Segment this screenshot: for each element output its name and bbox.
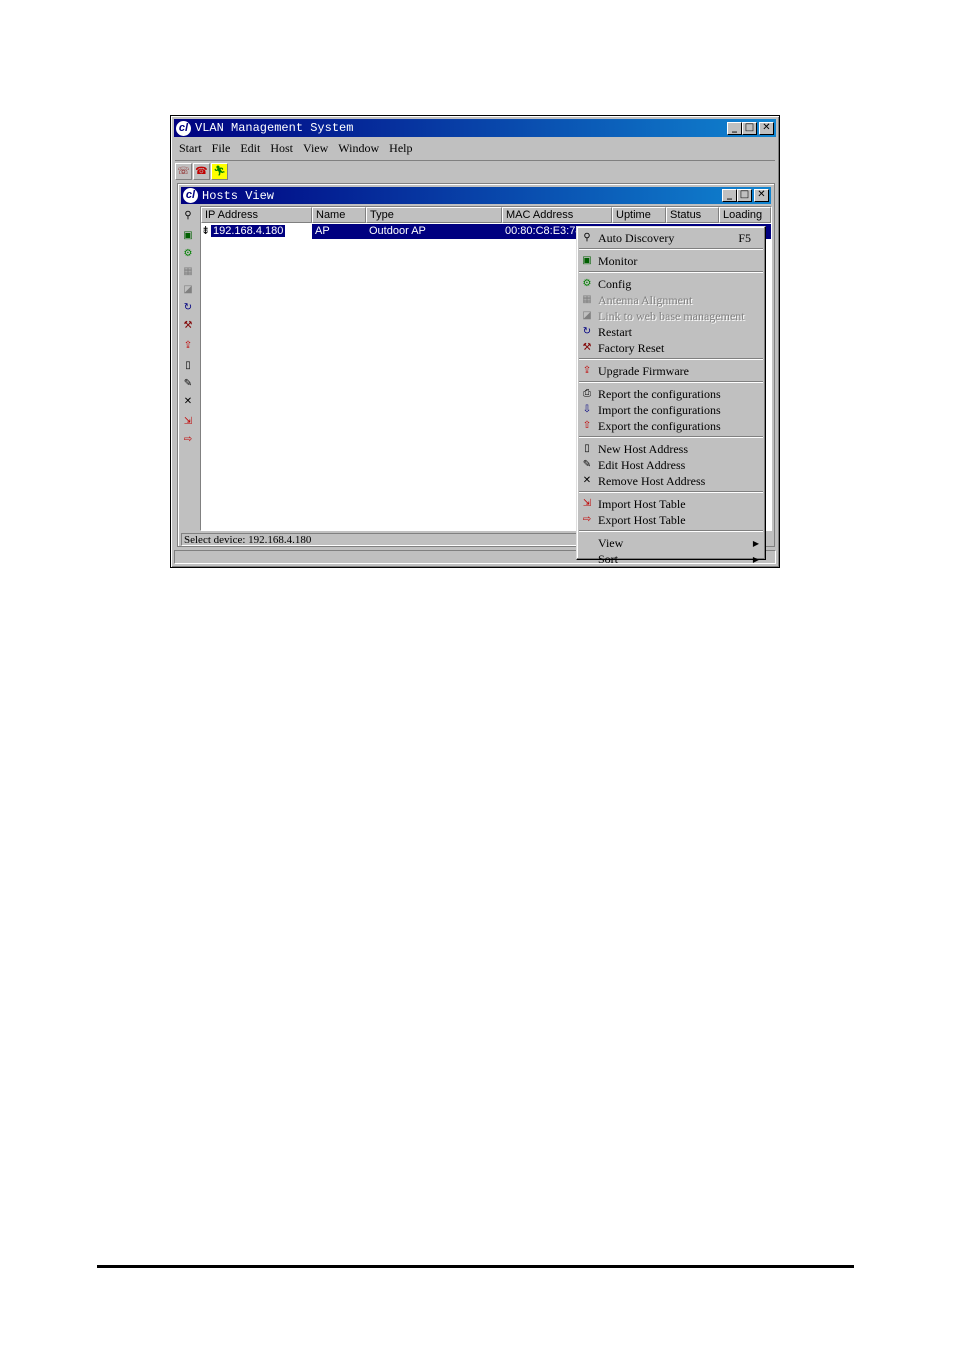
- menu-export-host-table[interactable]: ⇨ Export Host Table: [577, 512, 765, 528]
- hosts-view-title: Hosts View: [202, 188, 275, 203]
- menu-edit[interactable]: Edit: [237, 139, 267, 157]
- hosts-maximize-button[interactable]: □: [737, 189, 752, 202]
- firmware-icon[interactable]: ⇪: [180, 338, 196, 354]
- config-icon[interactable]: ⚙: [180, 246, 196, 262]
- menu-new-host-address[interactable]: ▯ New Host Address: [577, 441, 765, 457]
- menu-edit-host-address[interactable]: ✎ Edit Host Address: [577, 457, 765, 473]
- import-table-icon[interactable]: ⇲: [180, 414, 196, 430]
- menu-separator: [579, 248, 763, 250]
- menu-monitor[interactable]: ▣ Monitor: [577, 253, 765, 269]
- menubar: Start File Edit Host View Window Help: [176, 139, 419, 157]
- menu-window[interactable]: Window: [335, 139, 386, 157]
- menu-separator: [579, 436, 763, 438]
- menu-restart[interactable]: ↻ Restart: [577, 324, 765, 340]
- hosts-status-bar: Select device: 192.168.4.180: [181, 533, 581, 546]
- menu-file[interactable]: File: [209, 139, 238, 157]
- menu-upgrade-firmware[interactable]: ⇪ Upgrade Firmware: [577, 363, 765, 379]
- import-config-icon: ⇩: [582, 404, 592, 415]
- menu-auto-discovery[interactable]: ⚲ Auto Discovery F5: [577, 230, 765, 246]
- minimize-button[interactable]: _: [727, 121, 742, 135]
- remove-host-icon[interactable]: ✕: [180, 394, 196, 410]
- column-uptime[interactable]: Uptime: [612, 207, 666, 223]
- factory-reset-icon: ⚒: [582, 342, 592, 353]
- menu-separator: [579, 271, 763, 273]
- binoculars-icon: ⚲: [583, 232, 591, 243]
- hosts-list-header: IP Address Name Type MAC Address Uptime …: [201, 207, 771, 223]
- remove-host-icon: ✕: [582, 475, 592, 486]
- cell-type: Outdoor AP: [366, 224, 502, 239]
- menu-import-host-table[interactable]: ⇲ Import Host Table: [577, 496, 765, 512]
- run-icon[interactable]: 🏃︎: [211, 163, 228, 180]
- menu-host[interactable]: Host: [267, 139, 300, 157]
- menu-separator: [579, 381, 763, 383]
- report-icon: ⎙: [583, 388, 591, 399]
- monitor-icon: ▣: [582, 255, 592, 266]
- column-type[interactable]: Type: [366, 207, 502, 223]
- submenu-arrow-icon: ▶: [752, 554, 759, 564]
- menu-view-submenu[interactable]: View ▶: [577, 535, 765, 551]
- column-status[interactable]: Status: [666, 207, 719, 223]
- menu-separator: [579, 530, 763, 532]
- maximize-button[interactable]: □: [742, 121, 757, 135]
- menu-report-configurations[interactable]: ⎙ Report the configurations: [577, 386, 765, 402]
- cell-name: AP: [312, 224, 366, 239]
- menu-export-configurations[interactable]: ⇧ Export the configurations: [577, 418, 765, 434]
- hosts-view-titlebar[interactable]: cl Hosts View _ □ ✕: [181, 187, 771, 204]
- menu-factory-reset[interactable]: ⚒ Factory Reset: [577, 340, 765, 356]
- main-window-title: VLAN Management System: [195, 121, 354, 135]
- host-device-icon: ⇟: [201, 225, 211, 237]
- web-icon[interactable]: ◪: [180, 282, 196, 298]
- hosts-close-button[interactable]: ✕: [754, 189, 769, 202]
- column-name[interactable]: Name: [312, 207, 366, 223]
- auto-discovery-shortcut: F5: [738, 230, 751, 245]
- export-config-icon: ⇧: [582, 420, 592, 431]
- hosts-minimize-button[interactable]: _: [722, 189, 737, 202]
- binoculars-icon[interactable]: ⚲: [180, 208, 196, 224]
- antenna-icon[interactable]: ▦: [180, 264, 196, 280]
- cell-ip: 192.168.4.180: [211, 225, 286, 237]
- import-table-icon: ⇲: [582, 498, 592, 509]
- new-host-icon: ▯: [584, 443, 590, 454]
- context-menu: ⚲ Auto Discovery F5 ▣ Monitor ⚙ Config ▦…: [576, 226, 766, 566]
- new-host-icon[interactable]: ▯: [180, 358, 196, 374]
- edit-host-icon[interactable]: ✎: [180, 376, 196, 392]
- column-ip-address[interactable]: IP Address: [201, 207, 312, 223]
- menu-help[interactable]: Help: [386, 139, 419, 157]
- submenu-arrow-icon: ▶: [752, 538, 759, 548]
- restart-icon[interactable]: ↻: [180, 300, 196, 316]
- menu-sort-submenu[interactable]: Sort ▶: [577, 551, 765, 567]
- factory-reset-icon[interactable]: ⚒: [180, 318, 196, 334]
- main-toolbar: ☏ ☎ 🏃︎: [175, 160, 775, 183]
- config-icon: ⚙: [582, 278, 592, 289]
- page-bottom-rule: [97, 1265, 854, 1268]
- export-table-icon[interactable]: ⇨: [180, 432, 196, 448]
- menu-remove-host-address[interactable]: ✕ Remove Host Address: [577, 473, 765, 489]
- menu-start[interactable]: Start: [176, 139, 209, 157]
- app-logo-icon: cl: [176, 120, 191, 136]
- main-titlebar[interactable]: cl VLAN Management System _ □ ✕: [174, 119, 776, 137]
- restart-icon: ↻: [582, 326, 592, 337]
- column-mac-address[interactable]: MAC Address: [502, 207, 612, 223]
- menu-config[interactable]: ⚙ Config: [577, 276, 765, 292]
- menu-antenna-alignment: ▦ Antenna Alignment: [577, 292, 765, 308]
- export-table-icon: ⇨: [582, 514, 592, 525]
- menu-separator: [579, 358, 763, 360]
- hosts-view-logo-icon: cl: [183, 188, 198, 203]
- close-button[interactable]: ✕: [759, 121, 774, 135]
- phone-icon[interactable]: ☎: [193, 163, 210, 180]
- menu-import-configurations[interactable]: ⇩ Import the configurations: [577, 402, 765, 418]
- web-icon: ◪: [582, 310, 592, 321]
- menu-link-web-management: ◪ Link to web base management: [577, 308, 765, 324]
- edit-host-icon: ✎: [582, 459, 592, 470]
- antenna-icon: ▦: [582, 294, 592, 305]
- menu-separator: [579, 491, 763, 493]
- menu-view[interactable]: View: [300, 139, 335, 157]
- monitor-icon[interactable]: ▣: [180, 228, 196, 244]
- connect-icon[interactable]: ☏: [175, 163, 192, 180]
- column-loading[interactable]: Loading: [719, 207, 771, 223]
- side-toolbar: ⚲ ▣ ⚙ ▦ ◪ ↻ ⚒ ⇪ ▯ ✎ ✕ ⇲ ⇨: [180, 208, 198, 450]
- firmware-icon: ⇪: [582, 365, 592, 376]
